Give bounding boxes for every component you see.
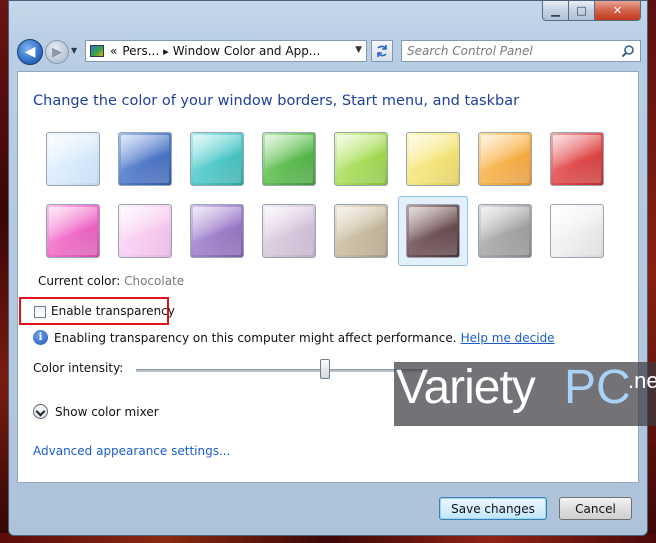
swatch-sheen bbox=[121, 135, 169, 183]
page-title: Change the color of your window borders,… bbox=[33, 93, 520, 109]
swatch-sheen bbox=[553, 207, 601, 255]
control-panel-icon bbox=[90, 45, 104, 57]
refresh-button[interactable] bbox=[371, 40, 393, 62]
address-bar[interactable]: « Pers... ▸ Window Color and App... ▼ bbox=[85, 40, 367, 62]
transparency-info-text: Enabling transparency on this computer m… bbox=[54, 330, 457, 345]
advanced-appearance-settings-link[interactable]: Advanced appearance settings... bbox=[33, 444, 230, 458]
close-button[interactable]: ✕ bbox=[595, 1, 641, 21]
refresh-icon bbox=[377, 45, 387, 57]
save-changes-button[interactable]: Save changes bbox=[439, 497, 547, 520]
back-button[interactable]: ◀ bbox=[17, 39, 43, 65]
current-color-label: Current color: bbox=[38, 274, 121, 288]
swatch-sheen bbox=[337, 135, 385, 183]
color-swatch-sky[interactable] bbox=[46, 132, 100, 186]
watermark-pc-text: PC bbox=[564, 361, 631, 414]
enable-transparency-label[interactable]: Enable transparency bbox=[51, 304, 175, 318]
color-swatch-chocolate[interactable] bbox=[406, 204, 460, 258]
color-swatch-blush[interactable] bbox=[118, 204, 172, 258]
color-swatch-lavender[interactable] bbox=[262, 204, 316, 258]
control-panel-window: ▁ □ ✕ ◀ ▶ ▼ « Pers... ▸ Window Color and… bbox=[8, 0, 648, 536]
search-box bbox=[401, 40, 641, 62]
variety-pc-watermark: Variety PC .net bbox=[394, 361, 656, 426]
navigation-bar: ◀ ▶ ▼ « Pers... ▸ Window Color and App..… bbox=[15, 39, 641, 65]
swatch-sheen bbox=[265, 207, 313, 255]
info-icon: i bbox=[33, 330, 48, 345]
watermark-variety-text: Variety bbox=[396, 361, 536, 414]
chevron-down-icon[interactable] bbox=[33, 404, 48, 419]
current-color: Current color: Chocolate bbox=[38, 274, 184, 288]
address-separator-icon[interactable]: ▸ bbox=[163, 45, 169, 58]
show-color-mixer-label[interactable]: Show color mixer bbox=[55, 405, 159, 419]
watermark-net-text: .net bbox=[628, 368, 656, 393]
color-swatch-violet[interactable] bbox=[190, 204, 244, 258]
swatch-sheen bbox=[265, 135, 313, 183]
caption-buttons: ▁ □ ✕ bbox=[542, 1, 641, 21]
maximize-button[interactable]: □ bbox=[569, 1, 595, 21]
swatch-sheen bbox=[193, 207, 241, 255]
search-input[interactable] bbox=[407, 43, 617, 59]
color-swatch-taupe[interactable] bbox=[334, 204, 388, 258]
swatch-sheen bbox=[337, 207, 385, 255]
swatch-sheen bbox=[481, 135, 529, 183]
help-me-decide-link[interactable]: Help me decide bbox=[461, 331, 555, 345]
swatch-sheen bbox=[553, 135, 601, 183]
swatch-sheen bbox=[409, 135, 457, 183]
enable-transparency-checkbox[interactable] bbox=[34, 306, 46, 318]
show-color-mixer[interactable]: Show color mixer bbox=[33, 404, 159, 419]
current-color-value: Chocolate bbox=[124, 274, 185, 288]
color-swatch-sea[interactable] bbox=[190, 132, 244, 186]
forward-button[interactable]: ▶ bbox=[45, 40, 69, 64]
color-swatch-lime[interactable] bbox=[334, 132, 388, 186]
swatch-sheen bbox=[121, 207, 169, 255]
color-swatch-leaf[interactable] bbox=[262, 132, 316, 186]
color-swatch-slate[interactable] bbox=[478, 204, 532, 258]
color-swatch-twilight[interactable] bbox=[118, 132, 172, 186]
address-segment-window-color[interactable]: Window Color and App... bbox=[173, 44, 321, 58]
color-swatch-fuchsia[interactable] bbox=[46, 204, 100, 258]
transparency-highlight-box: Enable transparency bbox=[19, 297, 175, 325]
color-swatch-ruby[interactable] bbox=[550, 132, 604, 186]
cancel-button[interactable]: Cancel bbox=[559, 497, 632, 520]
swatch-sheen bbox=[481, 207, 529, 255]
recent-pages-dropdown[interactable]: ▼ bbox=[71, 46, 77, 55]
swatch-sheen bbox=[193, 135, 241, 183]
color-intensity-slider-thumb[interactable] bbox=[319, 359, 330, 379]
color-swatch-lemon[interactable] bbox=[406, 132, 460, 186]
color-intensity-label: Color intensity: bbox=[33, 361, 124, 375]
desktop-background-right bbox=[648, 0, 656, 543]
color-swatch-frost[interactable] bbox=[550, 204, 604, 258]
search-icon[interactable] bbox=[621, 44, 635, 58]
transparency-info: i Enabling transparency on this computer… bbox=[33, 330, 555, 345]
minimize-button[interactable]: ▁ bbox=[542, 1, 569, 21]
swatch-sheen bbox=[409, 207, 457, 255]
address-dropdown-icon[interactable]: ▼ bbox=[355, 45, 362, 55]
address-chevrons[interactable]: « bbox=[110, 44, 117, 58]
color-swatch-orange[interactable] bbox=[478, 132, 532, 186]
swatch-sheen bbox=[49, 207, 97, 255]
color-intensity-slider-track[interactable] bbox=[136, 369, 426, 372]
swatch-sheen bbox=[49, 135, 97, 183]
address-segment-personalization[interactable]: Pers... bbox=[122, 44, 159, 58]
